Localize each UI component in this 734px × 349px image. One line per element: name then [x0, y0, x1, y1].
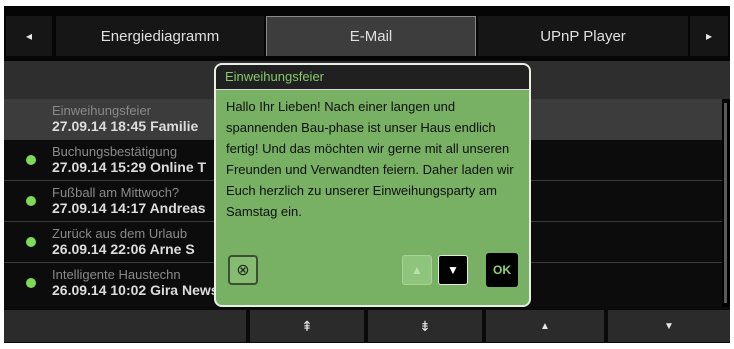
scroll-down-button[interactable]: ▼ — [608, 310, 730, 342]
chevron-right-icon: ▸ — [705, 29, 713, 43]
close-icon: ⊗ — [236, 262, 250, 279]
page-down-icon: ⇟ — [419, 317, 431, 334]
mail-meta: 27.09.14 14:17 Andreas — [52, 200, 206, 216]
unread-dot-icon — [26, 155, 36, 165]
bottom-bar: ⇞ ⇟ ▲ ▼ — [4, 307, 730, 343]
arrow-up-icon: ▲ — [540, 320, 550, 332]
unread-dot-icon — [26, 278, 36, 288]
tab-label: Energiediagramm — [100, 27, 220, 45]
popup-down-button[interactable]: ▼ — [438, 255, 468, 285]
ok-button[interactable]: OK — [486, 253, 518, 287]
page-up-button[interactable]: ⇞ — [250, 310, 364, 342]
mail-subject: Buchungsbestätigung — [52, 144, 178, 159]
mail-meta: 27.09.14 15:29 Online T — [52, 159, 207, 175]
arrow-down-icon: ▼ — [664, 320, 674, 332]
mail-subject: Intelligente Haustechn — [52, 267, 181, 282]
tab-upnp-player[interactable]: UPnP Player — [478, 16, 688, 56]
arrow-up-icon: ▲ — [411, 263, 423, 277]
unread-dot-icon — [26, 196, 36, 206]
screen: ◂ Energiediagramm E-Mail UPnP Player ▸ E… — [4, 6, 730, 343]
popup-body: Hallo Ihr Lieben! Nach einer langen und … — [226, 99, 514, 219]
unread-dot-icon — [26, 237, 36, 247]
tab-email[interactable]: E-Mail — [266, 16, 476, 56]
mail-meta: 27.09.14 18:45 Familie — [52, 118, 199, 134]
close-button[interactable]: ⊗ — [228, 255, 258, 285]
popup-title: Einweihungsfeier — [216, 65, 529, 90]
page-down-button[interactable]: ⇟ — [368, 310, 482, 342]
tab-prev-button[interactable]: ◂ — [6, 16, 52, 56]
mail-meta: 26.09.14 22:06 Arne S — [52, 241, 195, 257]
scroll-up-button[interactable]: ▲ — [486, 310, 604, 342]
page-up-icon: ⇞ — [301, 317, 313, 334]
tab-label: E-Mail — [349, 28, 393, 45]
popup-up-button[interactable]: ▲ — [402, 255, 432, 285]
list-scrollbar[interactable] — [724, 103, 727, 303]
bottom-empty-button — [4, 310, 246, 342]
tab-energiediagramm[interactable]: Energiediagramm — [56, 16, 264, 56]
mail-subject: Fußball am Mittwoch? — [52, 185, 180, 200]
mail-subject: Einweihungsfeier — [52, 103, 152, 118]
arrow-down-icon: ▼ — [447, 263, 459, 277]
mail-subject: Zurück aus dem Urlaub — [52, 226, 188, 241]
tab-bar: ◂ Energiediagramm E-Mail UPnP Player ▸ — [4, 6, 730, 61]
ok-label: OK — [493, 263, 511, 277]
chevron-left-icon: ◂ — [25, 29, 33, 43]
email-popup: Einweihungsfeier Hallo Ihr Lieben! Nach … — [214, 63, 531, 307]
tab-next-button[interactable]: ▸ — [690, 16, 728, 56]
tab-label: UPnP Player — [540, 27, 626, 45]
